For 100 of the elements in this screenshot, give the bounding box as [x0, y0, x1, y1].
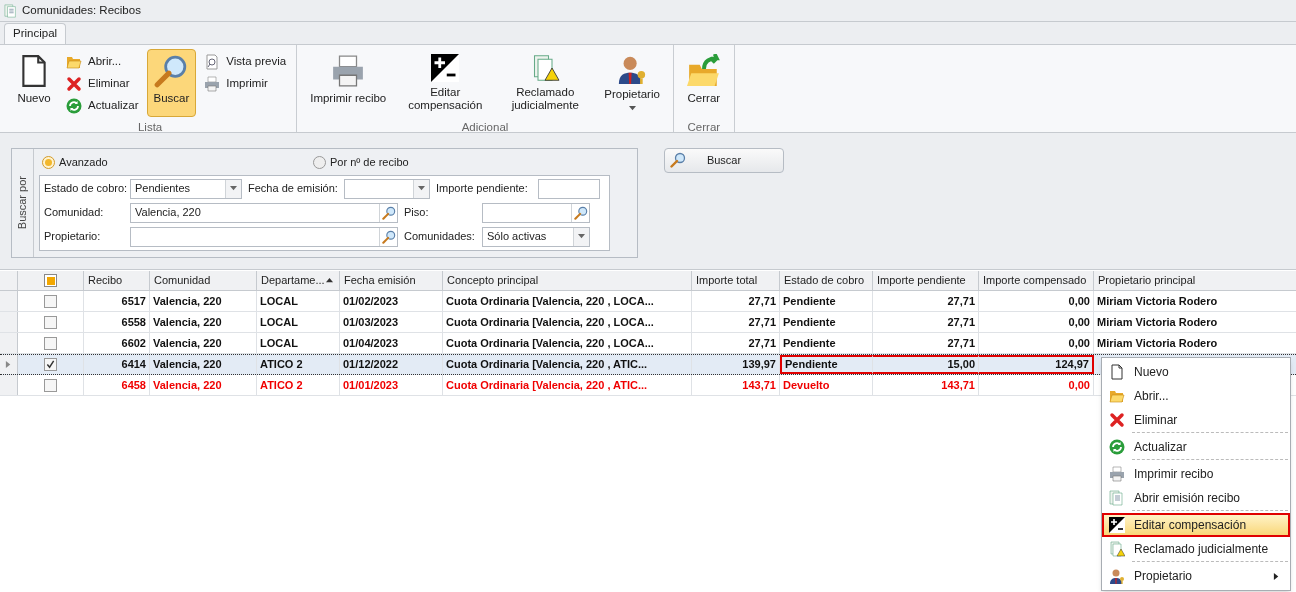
- column-header[interactable]: Fecha emisión: [340, 271, 443, 290]
- column-header[interactable]: Comunidad: [150, 271, 257, 290]
- column-header[interactable]: Concepto principal: [443, 271, 692, 290]
- table-cell: 01/01/2023: [340, 375, 443, 395]
- dropdown-arrow-icon: [578, 233, 585, 240]
- ribbon-button[interactable]: Vista previa: [200, 51, 291, 73]
- refresh-icon: [1109, 439, 1125, 455]
- delete-icon: [1109, 412, 1125, 428]
- input-field[interactable]: [130, 226, 398, 247]
- table-cell: 0,00: [979, 375, 1094, 395]
- table-cell: Cuota Ordinaria [Valencia, 220 , LOCA...: [443, 312, 692, 332]
- search-button[interactable]: Buscar: [664, 148, 784, 173]
- ribbon-button[interactable]: Reclamado judicialmente: [497, 49, 594, 117]
- caret-icon: [628, 105, 636, 112]
- menu-item[interactable]: Imprimir recibo: [1102, 462, 1290, 486]
- table-cell: Pendiente: [780, 291, 873, 311]
- ribbon-button[interactable]: Abrir...: [62, 51, 143, 73]
- printer-icon: [331, 54, 366, 88]
- grid-row[interactable]: 6558 Valencia, 220 LOCAL 01/03/2023 Cuota Ordinaria [Valencia, 220 , LOCA... 27,71 Pendiente 27,71 0,00 Miriam Victoria Rodero: [0, 312, 1296, 333]
- column-header[interactable]: Importe pendiente: [873, 271, 979, 290]
- radio-button[interactable]: Por nº de recibo: [313, 153, 409, 171]
- table-cell: Pendiente: [780, 333, 873, 353]
- table-cell: Valencia, 220: [150, 312, 257, 332]
- dropdown-arrow-icon: [230, 185, 237, 192]
- printer-icon: [204, 76, 221, 92]
- input-field[interactable]: [538, 178, 600, 199]
- table-cell: 27,71: [692, 333, 780, 353]
- table-cell: 27,71: [692, 291, 780, 311]
- table-cell: 6558: [84, 312, 150, 332]
- table-cell: 143,71: [873, 375, 979, 395]
- input-field[interactable]: Valencia, 220: [130, 202, 398, 223]
- search-icon: [381, 229, 396, 244]
- table-cell: 01/02/2023: [340, 291, 443, 311]
- field-label: Piso:: [403, 205, 430, 221]
- row-selector[interactable]: [0, 375, 18, 395]
- table-cell: 6517: [84, 291, 150, 311]
- column-header[interactable]: Importe compensado: [979, 271, 1094, 290]
- column-header[interactable]: Recibo: [84, 271, 150, 290]
- ribbon-button[interactable]: Propietario: [597, 49, 667, 117]
- menu-item[interactable]: Abrir emisión recibo: [1102, 486, 1290, 513]
- row-selector[interactable]: [0, 355, 18, 374]
- row-checkbox[interactable]: [44, 315, 57, 329]
- group-label: Adicional: [460, 120, 510, 135]
- ribbon-button[interactable]: Actualizar: [62, 95, 143, 117]
- group-label: Lista: [136, 120, 164, 135]
- search-icon: [154, 54, 189, 88]
- menu-item[interactable]: Reclamado judicialmente: [1102, 537, 1290, 564]
- column-header[interactable]: Departame...: [257, 271, 340, 290]
- table-cell: 139,97: [692, 355, 780, 374]
- ribbon-button[interactable]: Buscar: [146, 49, 197, 117]
- table-cell: 15,00: [873, 355, 979, 374]
- table-cell: 6414: [84, 355, 150, 374]
- column-header[interactable]: Propietario principal: [1094, 271, 1296, 290]
- table-cell: Valencia, 220: [150, 375, 257, 395]
- ribbon-button[interactable]: Nuevo: [10, 49, 58, 117]
- row-checkbox[interactable]: [44, 378, 57, 392]
- group-label: Cerrar: [686, 120, 722, 135]
- row-selector[interactable]: [0, 291, 18, 311]
- row-checkbox[interactable]: [44, 358, 57, 371]
- column-header[interactable]: Estado de cobro: [780, 271, 873, 290]
- dropdown-field[interactable]: Sólo activas: [482, 226, 590, 247]
- menu-item[interactable]: Editar compensación: [1102, 513, 1290, 537]
- ribbon-button[interactable]: Imprimir: [200, 73, 291, 95]
- row-selector[interactable]: [0, 333, 18, 353]
- table-cell: 0,00: [979, 333, 1094, 353]
- document-stack-icon: [4, 3, 18, 18]
- table-cell: Miriam Victoria Rodero: [1094, 333, 1296, 353]
- menu-item[interactable]: Propietario: [1102, 564, 1290, 588]
- row-checkbox[interactable]: [44, 294, 57, 308]
- table-cell: Pendiente: [780, 312, 873, 332]
- dropdown-field[interactable]: [344, 178, 430, 199]
- table-cell: Miriam Victoria Rodero: [1094, 312, 1296, 332]
- delete-icon: [66, 76, 82, 92]
- group-label: Buscar por: [15, 176, 30, 230]
- ribbon-button[interactable]: Editar compensación: [397, 49, 494, 117]
- field-label: Propietario:: [43, 229, 102, 245]
- window-title: Comunidades: Recibos: [22, 2, 141, 18]
- grid-row[interactable]: 6517 Valencia, 220 LOCAL 01/02/2023 Cuota Ordinaria [Valencia, 220 , LOCA... 27,71 Pendiente 27,71 0,00 Miriam Victoria Rodero: [0, 291, 1296, 312]
- ribbon-button[interactable]: Imprimir recibo: [303, 49, 394, 117]
- row-selector[interactable]: [0, 312, 18, 332]
- table-cell: LOCAL: [257, 312, 340, 332]
- input-field[interactable]: [482, 202, 590, 223]
- table-cell: 27,71: [873, 312, 979, 332]
- ribbon-button[interactable]: Eliminar: [62, 73, 143, 95]
- radio-button[interactable]: Avanzado: [39, 153, 313, 171]
- menu-item[interactable]: Eliminar: [1102, 408, 1290, 435]
- table-cell: Valencia, 220: [150, 291, 257, 311]
- sort-arrow-icon: [326, 277, 333, 284]
- search-icon: [573, 205, 588, 220]
- menu-item[interactable]: Actualizar: [1102, 435, 1290, 462]
- select-all-checkbox[interactable]: [44, 274, 57, 287]
- table-cell: Cuota Ordinaria [Valencia, 220 , LOCA...: [443, 333, 692, 353]
- column-header[interactable]: Importe total: [692, 271, 780, 290]
- table-cell: 27,71: [873, 291, 979, 311]
- ribbon-button[interactable]: Cerrar: [679, 49, 728, 117]
- dropdown-field[interactable]: Pendientes: [130, 178, 242, 199]
- table-cell: 01/03/2023: [340, 312, 443, 332]
- table-cell: 01/12/2022: [340, 355, 443, 374]
- ribbon-tab[interactable]: Principal: [4, 23, 67, 44]
- row-checkbox[interactable]: [44, 336, 57, 350]
